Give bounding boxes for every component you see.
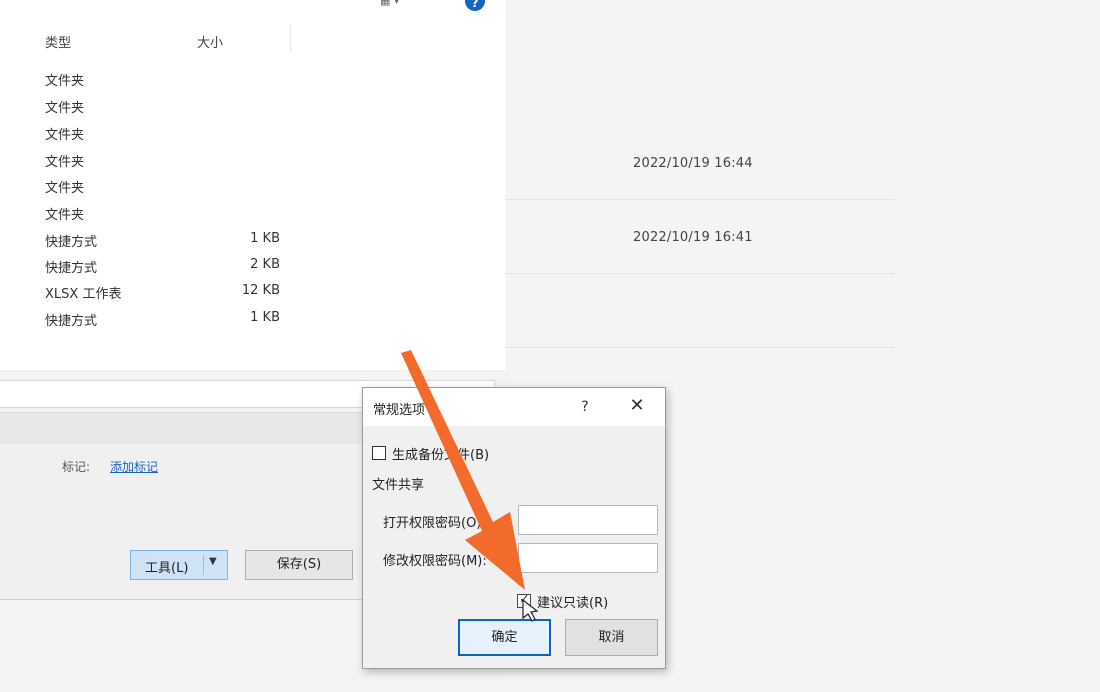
help-circle-icon[interactable]: ? bbox=[465, 0, 485, 11]
file-size: 12 KB bbox=[241, 283, 280, 298]
file-size: 2 KB bbox=[250, 257, 280, 272]
list-item[interactable]: 文件夹 bbox=[0, 200, 505, 226]
cancel-button[interactable]: 取消 bbox=[565, 619, 658, 656]
file-type: 快捷方式 bbox=[45, 314, 98, 329]
list-item[interactable]: 快捷方式 1 KB bbox=[0, 227, 505, 253]
backup-checkbox[interactable] bbox=[372, 446, 386, 460]
column-header-size[interactable]: 大小 bbox=[197, 32, 223, 51]
background-row[interactable]: 2022/10/19 16:44 bbox=[505, 126, 895, 200]
file-type: 快捷方式 bbox=[45, 235, 98, 250]
split-divider bbox=[203, 555, 204, 575]
file-type: 文件夹 bbox=[45, 181, 85, 196]
list-item[interactable]: XLSX 工作表 12 KB bbox=[0, 279, 505, 305]
column-header-type[interactable]: 类型 bbox=[45, 32, 71, 51]
list-item[interactable]: 文件夹 bbox=[0, 66, 505, 92]
chevron-down-icon[interactable]: ▼ bbox=[209, 556, 217, 567]
general-options-dialog: 常规选项 ? ✕ 生成备份文件(B) 文件共享 打开权限密码(O): 修改权限密… bbox=[362, 387, 666, 669]
modified-date: 2022/10/19 16:41 bbox=[633, 230, 753, 245]
readonly-recommended-checkbox[interactable]: ✓ bbox=[517, 592, 531, 608]
background-row[interactable]: 2022/10/19 16:41 bbox=[505, 200, 895, 274]
open-password-input[interactable] bbox=[518, 505, 658, 535]
dialog-title: 常规选项 bbox=[373, 403, 426, 418]
view-options-icon[interactable]: ▦ ▾ bbox=[380, 0, 410, 8]
modify-password-label: 修改权限密码(M): bbox=[383, 554, 487, 569]
file-size: 1 KB bbox=[250, 310, 280, 325]
backup-label[interactable]: 生成备份文件(B) bbox=[392, 444, 489, 463]
dialog-titlebar[interactable]: 常规选项 ? ✕ bbox=[363, 388, 665, 426]
file-list: ▦ ▾ ? 类型 大小 文件夹 文件夹 文件夹 文件夹 文件夹 文件夹 快捷方式… bbox=[0, 0, 505, 370]
column-divider[interactable] bbox=[290, 26, 291, 52]
modified-date: 2022/10/19 16:44 bbox=[633, 156, 753, 171]
file-type: 文件夹 bbox=[45, 101, 85, 116]
tools-dropdown-button[interactable]: 工具(L) ▼ bbox=[130, 550, 228, 580]
add-tags-link[interactable]: 添加标记 bbox=[110, 458, 158, 475]
ok-button[interactable]: 确定 bbox=[458, 619, 551, 656]
list-item[interactable]: 文件夹 bbox=[0, 120, 505, 146]
file-size: 1 KB bbox=[250, 231, 280, 246]
save-button[interactable]: 保存(S) bbox=[245, 550, 353, 580]
tags-label: 标记: bbox=[62, 460, 91, 474]
list-item[interactable]: 快捷方式 1 KB bbox=[0, 306, 505, 332]
file-type: 快捷方式 bbox=[45, 261, 98, 276]
list-item[interactable]: 文件夹 bbox=[0, 147, 505, 173]
readonly-recommended-label[interactable]: 建议只读(R) bbox=[537, 592, 608, 611]
file-type: 文件夹 bbox=[45, 74, 85, 89]
tools-label: 工具(L) bbox=[145, 561, 189, 576]
file-type: XLSX 工作表 bbox=[45, 287, 122, 302]
close-button[interactable]: ✕ bbox=[625, 395, 649, 419]
open-password-label: 打开权限密码(O): bbox=[383, 516, 486, 531]
list-item[interactable]: 快捷方式 2 KB bbox=[0, 253, 505, 279]
file-sharing-heading: 文件共享 bbox=[372, 478, 425, 493]
list-item[interactable]: 文件夹 bbox=[0, 93, 505, 119]
help-button[interactable]: ? bbox=[573, 396, 597, 418]
file-type: 文件夹 bbox=[45, 128, 85, 143]
background-row[interactable] bbox=[505, 274, 895, 348]
file-type: 文件夹 bbox=[45, 208, 85, 223]
checkmark-icon: ✓ bbox=[519, 592, 530, 607]
list-item[interactable]: 文件夹 bbox=[0, 173, 505, 199]
modify-password-input[interactable] bbox=[518, 543, 658, 573]
file-type: 文件夹 bbox=[45, 155, 85, 170]
